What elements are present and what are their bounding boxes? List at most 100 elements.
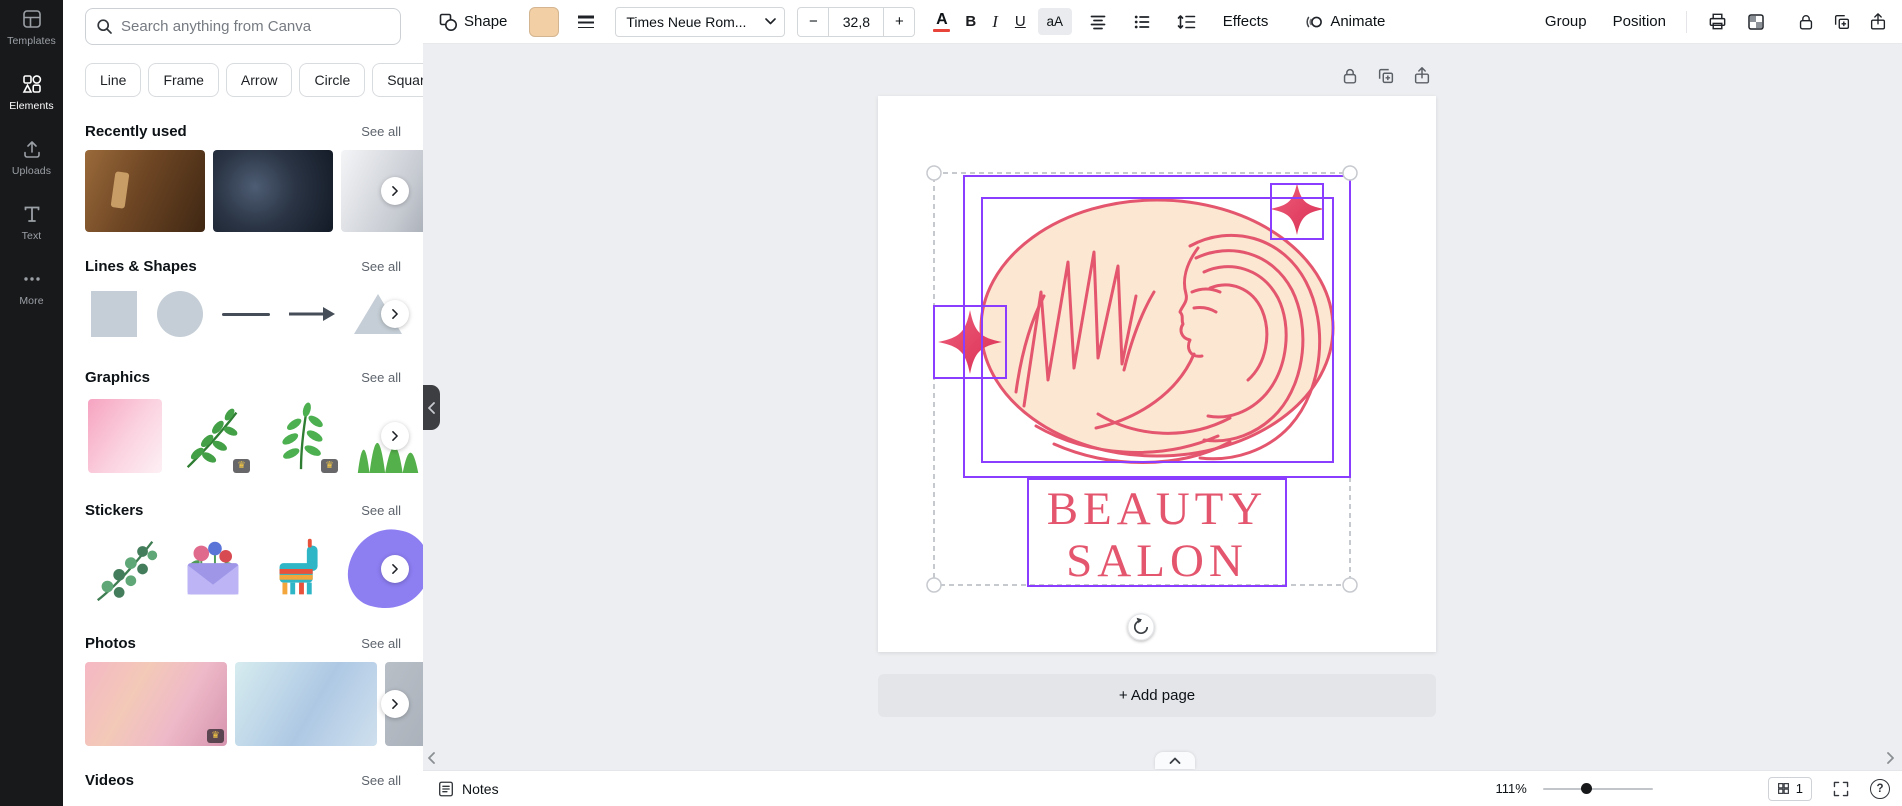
bold-button[interactable]: B bbox=[965, 13, 976, 30]
zoom-slider[interactable] bbox=[1542, 782, 1653, 796]
sparkle-star-right[interactable] bbox=[1270, 183, 1324, 235]
chip-arrow[interactable]: Arrow bbox=[225, 63, 293, 97]
chevron-left-icon bbox=[428, 752, 435, 764]
logo-text-line2[interactable]: SALON bbox=[1066, 535, 1248, 587]
duplicate-page-button[interactable] bbox=[1376, 66, 1396, 86]
notes-icon bbox=[439, 781, 453, 796]
chip-circle[interactable]: Circle bbox=[299, 63, 366, 97]
photos-row: ♛ bbox=[63, 662, 423, 746]
page-indicator-button[interactable]: 1 bbox=[1767, 776, 1812, 801]
lock-button[interactable] bbox=[1796, 12, 1816, 32]
lock-page-button[interactable] bbox=[1340, 66, 1360, 86]
export-button[interactable] bbox=[1868, 12, 1888, 32]
increase-font-size-button[interactable]: + bbox=[884, 8, 914, 36]
section-title-photos: Photos bbox=[85, 635, 136, 652]
text-icon bbox=[21, 203, 43, 225]
font-size-value[interactable]: 32,8 bbox=[828, 7, 885, 36]
sidebar-item-text[interactable]: Text bbox=[0, 203, 63, 242]
photos-scroll-right[interactable] bbox=[381, 690, 409, 718]
see-all-photos[interactable]: See all bbox=[361, 636, 401, 651]
chip-square[interactable]: Square bbox=[372, 63, 423, 97]
lines-shapes-scroll-right[interactable] bbox=[381, 300, 409, 328]
sidebar-item-uploads[interactable]: Uploads bbox=[0, 138, 63, 177]
design-canvas: BEAUTY SALON bbox=[926, 165, 1358, 641]
add-page-button[interactable]: + Add page bbox=[878, 674, 1436, 717]
design-page[interactable]: BEAUTY SALON bbox=[878, 96, 1436, 652]
shape-arrow[interactable] bbox=[283, 285, 341, 343]
pro-crown-badge: ♛ bbox=[233, 459, 250, 473]
search-input[interactable] bbox=[121, 18, 390, 35]
search-bar[interactable] bbox=[85, 8, 401, 45]
recent-thumb-photo-1[interactable] bbox=[85, 150, 205, 232]
chip-line[interactable]: Line bbox=[85, 63, 142, 97]
selection-handle-top-left[interactable] bbox=[926, 165, 942, 181]
graphic-leaf-branch-1[interactable]: ♛ bbox=[173, 396, 253, 476]
help-button[interactable]: ? bbox=[1870, 778, 1890, 799]
spacing-button[interactable] bbox=[1176, 12, 1197, 32]
scroll-right-arrow[interactable] bbox=[1885, 752, 1895, 764]
fullscreen-button[interactable] bbox=[1832, 780, 1850, 798]
sidebar-item-templates[interactable]: Templates bbox=[0, 8, 63, 47]
chip-frame[interactable]: Frame bbox=[148, 63, 219, 97]
scroll-left-arrow[interactable] bbox=[427, 752, 437, 764]
page-actions bbox=[1340, 66, 1432, 86]
sticker-eucalyptus[interactable] bbox=[85, 529, 165, 609]
text-case-button[interactable]: aA bbox=[1037, 8, 1072, 35]
selection-handle-top-right[interactable] bbox=[1342, 165, 1358, 181]
animate-button[interactable]: Animate bbox=[1304, 12, 1385, 32]
see-all-lines-shapes[interactable]: See all bbox=[361, 259, 401, 274]
shape-line[interactable] bbox=[217, 285, 275, 343]
recently-used-scroll-right[interactable] bbox=[381, 177, 409, 205]
bottom-bar-expand-handle[interactable] bbox=[1155, 752, 1195, 769]
see-all-stickers[interactable]: See all bbox=[361, 503, 401, 518]
position-button[interactable]: Position bbox=[1613, 13, 1666, 30]
status-bar: Notes 111% 1 ? bbox=[423, 770, 1902, 806]
selection-handle-bottom-left[interactable] bbox=[926, 577, 942, 593]
zoom-slider-thumb[interactable] bbox=[1581, 783, 1593, 794]
italic-button[interactable]: I bbox=[992, 12, 998, 32]
sticker-envelope-flowers[interactable] bbox=[173, 529, 253, 609]
effects-button[interactable]: Effects bbox=[1223, 13, 1269, 30]
transparency-button[interactable] bbox=[1746, 12, 1766, 32]
text-color-button[interactable]: A bbox=[933, 11, 951, 33]
logo-text-line1[interactable]: BEAUTY bbox=[1047, 483, 1268, 535]
fill-color-swatch[interactable] bbox=[529, 6, 560, 37]
font-family-select[interactable]: Times Neue Rom... bbox=[615, 6, 786, 37]
duplicate-button[interactable] bbox=[1832, 12, 1852, 32]
see-all-graphics[interactable]: See all bbox=[361, 370, 401, 385]
panel-collapse-handle[interactable] bbox=[423, 385, 440, 430]
rotate-handle[interactable] bbox=[1127, 613, 1155, 641]
graphic-leaf-branch-2[interactable]: ♛ bbox=[261, 396, 341, 476]
zoom-slider-track[interactable] bbox=[1542, 787, 1653, 790]
shape-square[interactable] bbox=[85, 285, 143, 343]
see-all-recently-used[interactable]: See all bbox=[361, 124, 401, 139]
graphics-scroll-right[interactable] bbox=[381, 422, 409, 450]
shape-circle[interactable] bbox=[151, 285, 209, 343]
section-title-graphics: Graphics bbox=[85, 369, 151, 386]
graphic-pink-gradient[interactable] bbox=[85, 396, 165, 476]
section-title-lines-shapes: Lines & Shapes bbox=[85, 258, 197, 275]
sticker-pinata[interactable] bbox=[261, 529, 341, 609]
see-all-videos[interactable]: See all bbox=[361, 773, 401, 788]
sidebar-item-more[interactable]: More bbox=[0, 268, 63, 307]
decrease-font-size-button[interactable]: − bbox=[798, 8, 828, 36]
sidebar-item-elements[interactable]: Elements bbox=[0, 73, 63, 112]
text-align-button[interactable] bbox=[1088, 12, 1108, 32]
grid-view-icon bbox=[1777, 783, 1789, 794]
selection-handle-bottom-right[interactable] bbox=[1342, 577, 1358, 593]
print-button[interactable] bbox=[1707, 11, 1728, 32]
list-button[interactable] bbox=[1132, 12, 1152, 32]
photo-pink-gradient[interactable]: ♛ bbox=[85, 662, 227, 746]
underline-button[interactable]: U bbox=[1015, 13, 1026, 30]
stickers-scroll-right[interactable] bbox=[381, 555, 409, 583]
chevron-down-icon bbox=[765, 18, 777, 25]
beauty-salon-logo-artwork[interactable]: BEAUTY SALON bbox=[938, 183, 1335, 587]
recent-thumb-photo-2[interactable] bbox=[213, 150, 333, 232]
border-style-button[interactable] bbox=[575, 12, 597, 32]
notes-button[interactable]: Notes bbox=[437, 780, 499, 798]
shape-button[interactable]: Shape bbox=[438, 12, 507, 32]
share-page-button[interactable] bbox=[1412, 66, 1432, 86]
group-button[interactable]: Group bbox=[1545, 13, 1587, 30]
photo-blue-gradient[interactable] bbox=[235, 662, 377, 746]
lock-icon bbox=[1343, 68, 1357, 84]
